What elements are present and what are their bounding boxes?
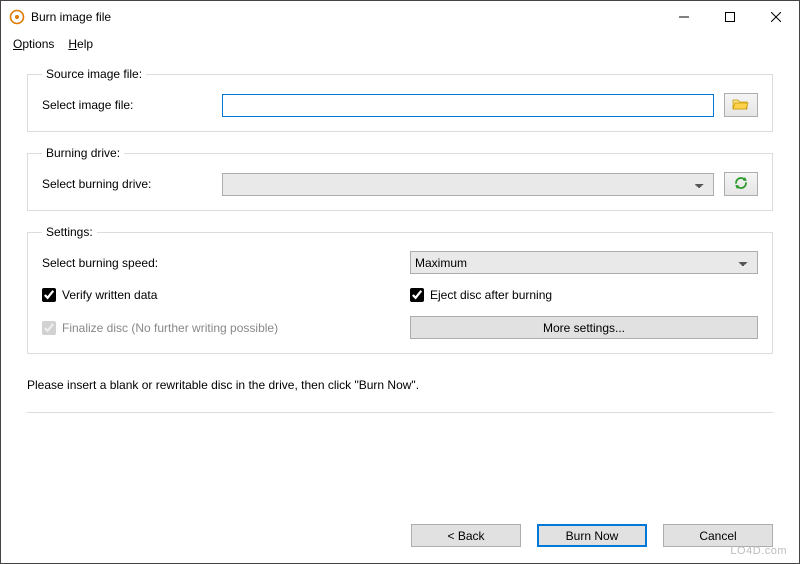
source-image-legend: Source image file:: [42, 67, 146, 81]
eject-checkbox-label: Eject disc after burning: [430, 288, 552, 302]
disc-icon: [9, 9, 25, 25]
titlebar: Burn image file: [1, 1, 799, 33]
burn-now-button[interactable]: Burn Now: [537, 524, 647, 547]
image-file-input[interactable]: [222, 94, 714, 117]
browse-button[interactable]: [724, 93, 758, 117]
close-button[interactable]: [753, 1, 799, 33]
separator: [27, 412, 773, 413]
refresh-icon: [733, 175, 749, 194]
watermark: LO4D.com: [730, 545, 787, 557]
window-title: Burn image file: [31, 10, 111, 24]
folder-open-icon: [732, 97, 750, 114]
minimize-button[interactable]: [661, 1, 707, 33]
settings-legend: Settings:: [42, 225, 97, 239]
burning-speed-select[interactable]: Maximum: [410, 251, 758, 274]
menu-options[interactable]: Options: [13, 37, 54, 51]
finalize-checkbox-input: [42, 321, 56, 335]
eject-checkbox-input[interactable]: [410, 288, 424, 302]
maximize-button[interactable]: [707, 1, 753, 33]
finalize-checkbox: Finalize disc (No further writing possib…: [42, 316, 390, 339]
burning-speed-label: Select burning speed:: [42, 251, 390, 274]
window: Burn image file Options Help Source imag…: [0, 0, 800, 564]
verify-checkbox-label: Verify written data: [62, 288, 157, 302]
verify-checkbox-input[interactable]: [42, 288, 56, 302]
cancel-button[interactable]: Cancel: [663, 524, 773, 547]
content-area: Source image file: Select image file: Bu…: [1, 55, 799, 508]
burning-drive-legend: Burning drive:: [42, 146, 124, 160]
more-settings-button[interactable]: More settings...: [410, 316, 758, 339]
burning-drive-group: Burning drive: Select burning drive:: [27, 146, 773, 211]
eject-checkbox[interactable]: Eject disc after burning: [410, 288, 758, 302]
menu-help[interactable]: Help: [68, 37, 93, 51]
menubar: Options Help: [1, 33, 799, 55]
footer: < Back Burn Now Cancel: [1, 508, 799, 563]
burning-drive-select[interactable]: [222, 173, 714, 196]
instruction-text: Please insert a blank or rewritable disc…: [27, 378, 773, 392]
finalize-checkbox-label: Finalize disc (No further writing possib…: [62, 321, 278, 335]
select-image-label: Select image file:: [42, 98, 212, 112]
settings-group: Settings: Select burning speed: Maximum …: [27, 225, 773, 354]
source-image-group: Source image file: Select image file:: [27, 67, 773, 132]
refresh-drives-button[interactable]: [724, 172, 758, 196]
verify-checkbox[interactable]: Verify written data: [42, 288, 390, 302]
select-drive-label: Select burning drive:: [42, 177, 212, 191]
back-button[interactable]: < Back: [411, 524, 521, 547]
